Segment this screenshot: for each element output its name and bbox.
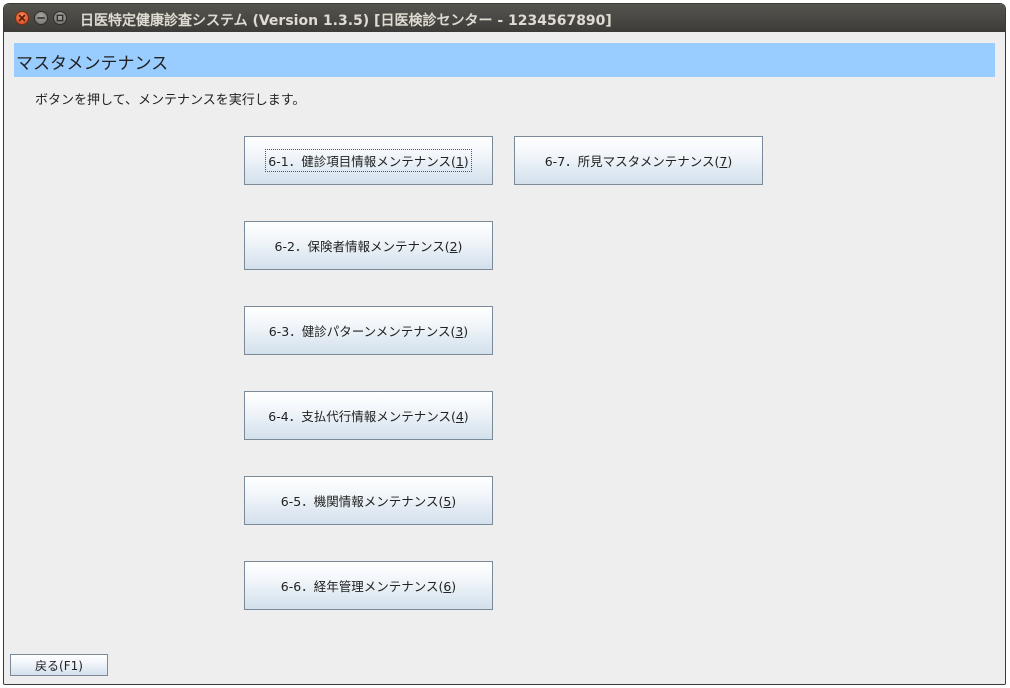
button-label: 6-2．保険者情報メンテナンス(2) <box>274 239 463 254</box>
back-button[interactable]: 戻る(F1) <box>10 654 108 676</box>
button-label: 6-4．支払代行情報メンテナンス(4) <box>268 409 469 424</box>
payment-agent-maintenance-button[interactable]: 6-4．支払代行情報メンテナンス(4) <box>244 391 493 440</box>
page-header: マスタメンテナンス <box>14 43 995 77</box>
findings-master-maintenance-button[interactable]: 6-7．所見マスタメンテナンス(7) <box>514 136 763 185</box>
title-bar[interactable]: 日医特定健康診査システム (Version 1.3.5) [日医検診センター -… <box>4 4 1005 32</box>
button-label: 6-1．健診項目情報メンテナンス(1) <box>265 149 472 172</box>
button-label: 6-7．所見マスタメンテナンス(7) <box>544 154 733 169</box>
item-info-maintenance-button[interactable]: 6-1．健診項目情報メンテナンス(1) <box>244 136 493 185</box>
close-icon[interactable] <box>15 11 29 25</box>
instruction-text: ボタンを押して、メンテナンスを実行します。 <box>35 93 306 108</box>
minimize-icon[interactable] <box>34 11 48 25</box>
checkup-pattern-maintenance-button[interactable]: 6-3．健診パターンメンテナンス(3) <box>244 306 493 355</box>
content-panel: マスタメンテナンス ボタンを押して、メンテナンスを実行します。 6-1．健診項目… <box>4 32 1005 684</box>
maximize-icon[interactable] <box>53 11 67 25</box>
button-label: 6-6．経年管理メンテナンス(6) <box>280 579 457 594</box>
insurer-info-maintenance-button[interactable]: 6-2．保険者情報メンテナンス(2) <box>244 221 493 270</box>
window-title: 日医特定健康診査システム (Version 1.3.5) [日医検診センター -… <box>80 13 612 29</box>
button-label: 6-5．機関情報メンテナンス(5) <box>280 494 457 509</box>
yearly-management-maintenance-button[interactable]: 6-6．経年管理メンテナンス(6) <box>244 561 493 610</box>
page-title: マスタメンテナンス <box>16 54 169 74</box>
button-label: 6-3．健診パターンメンテナンス(3) <box>268 324 469 339</box>
institution-info-maintenance-button[interactable]: 6-5．機関情報メンテナンス(5) <box>244 476 493 525</box>
application-window: 日医特定健康診査システム (Version 1.3.5) [日医検診センター -… <box>3 3 1006 685</box>
